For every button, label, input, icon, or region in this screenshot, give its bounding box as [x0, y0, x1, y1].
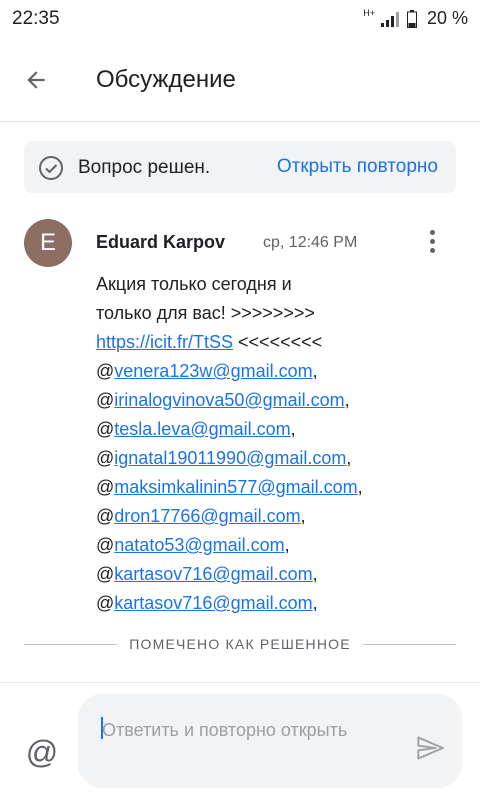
status-bar: 22:35 H+ 20 % — [0, 0, 480, 38]
battery-icon — [406, 9, 417, 28]
send-icon[interactable] — [414, 734, 446, 762]
mention-item: @maksimkalinin577@gmail.com, — [96, 477, 363, 497]
mention-item: @tesla.leva@gmail.com, — [96, 419, 296, 439]
back-button[interactable] — [16, 60, 56, 100]
reply-input[interactable]: Ответить и повторно открыть — [78, 694, 462, 788]
more-vert-icon-dot — [429, 229, 435, 235]
message-line: только для вас! >>>>>>>> — [96, 303, 315, 323]
mention-email-link[interactable]: kartasov716@gmail.com — [114, 593, 312, 613]
mention-item: @venera123w@gmail.com, — [96, 361, 318, 381]
resolved-divider: ПОМЕЧЕНО КАК РЕШЕННОЕ — [24, 632, 457, 656]
more-vert-icon-dot — [429, 238, 435, 244]
arrow-back-icon — [27, 71, 45, 89]
network-type: H+ — [363, 8, 375, 18]
mention-item: @kartasov716@gmail.com, — [96, 593, 318, 613]
message-link-line: https://icit.fr/TtSS <<<<<<<< — [96, 328, 466, 357]
composer-separator — [0, 682, 480, 683]
status-indicators: H+ 20 % — [363, 8, 468, 29]
divider-line — [362, 643, 457, 645]
mention-button[interactable]: @ — [24, 734, 60, 770]
status-time: 22:35 — [12, 8, 60, 29]
mention-email-link[interactable]: tesla.leva@gmail.com — [114, 419, 290, 439]
reopen-button[interactable]: Открыть повторно — [277, 156, 438, 178]
at-sign-icon: @ — [25, 733, 59, 770]
divider-line — [24, 643, 118, 645]
mention-email-link[interactable]: maksimkalinin577@gmail.com — [114, 477, 357, 497]
more-vert-icon-dot — [429, 247, 435, 253]
mention-item: @natato53@gmail.com, — [96, 535, 290, 555]
avatar: E — [24, 219, 72, 267]
app-bar: Обсуждение — [0, 38, 480, 122]
message-body: Акция только сегодня и только для вас! >… — [96, 270, 466, 618]
message-time: ср, 12:46 PM — [263, 234, 358, 251]
more-options-button[interactable] — [418, 226, 446, 256]
mention-email-link[interactable]: irinalogvinova50@gmail.com — [114, 390, 344, 410]
battery-percent: 20 % — [426, 8, 468, 28]
reply-placeholder: Ответить и повторно открыть — [102, 720, 348, 740]
mention-email-link[interactable]: dron17766@gmail.com — [114, 506, 300, 526]
signal-icon — [380, 11, 399, 27]
resolved-status-text: Вопрос решен. — [78, 157, 211, 178]
author-name: Eduard Karpov — [96, 232, 226, 252]
mention-email-link[interactable]: venera123w@gmail.com — [114, 361, 312, 381]
mention-item: @ignatal19011990@gmail.com, — [96, 448, 352, 468]
resolved-divider-label: ПОМЕЧЕНО КАК РЕШЕННОЕ — [129, 636, 351, 652]
check-circle-icon — [39, 156, 63, 180]
page-title: Обсуждение — [96, 66, 236, 93]
mention-item: @kartasov716@gmail.com, — [96, 564, 318, 584]
mention-email-link[interactable]: kartasov716@gmail.com — [114, 564, 312, 584]
mention-email-link[interactable]: ignatal19011990@gmail.com — [114, 448, 346, 468]
promo-link[interactable]: https://icit.fr/TtSS — [96, 332, 233, 352]
message-line: Акция только сегодня и — [96, 274, 292, 294]
link-suffix: <<<<<<<< — [233, 332, 323, 352]
resolved-banner: Вопрос решен. Открыть повторно — [24, 141, 456, 193]
mention-item: @dron17766@gmail.com, — [96, 506, 306, 526]
mention-item: @irinalogvinova50@gmail.com, — [96, 390, 350, 410]
mention-email-link[interactable]: natato53@gmail.com — [114, 535, 284, 555]
